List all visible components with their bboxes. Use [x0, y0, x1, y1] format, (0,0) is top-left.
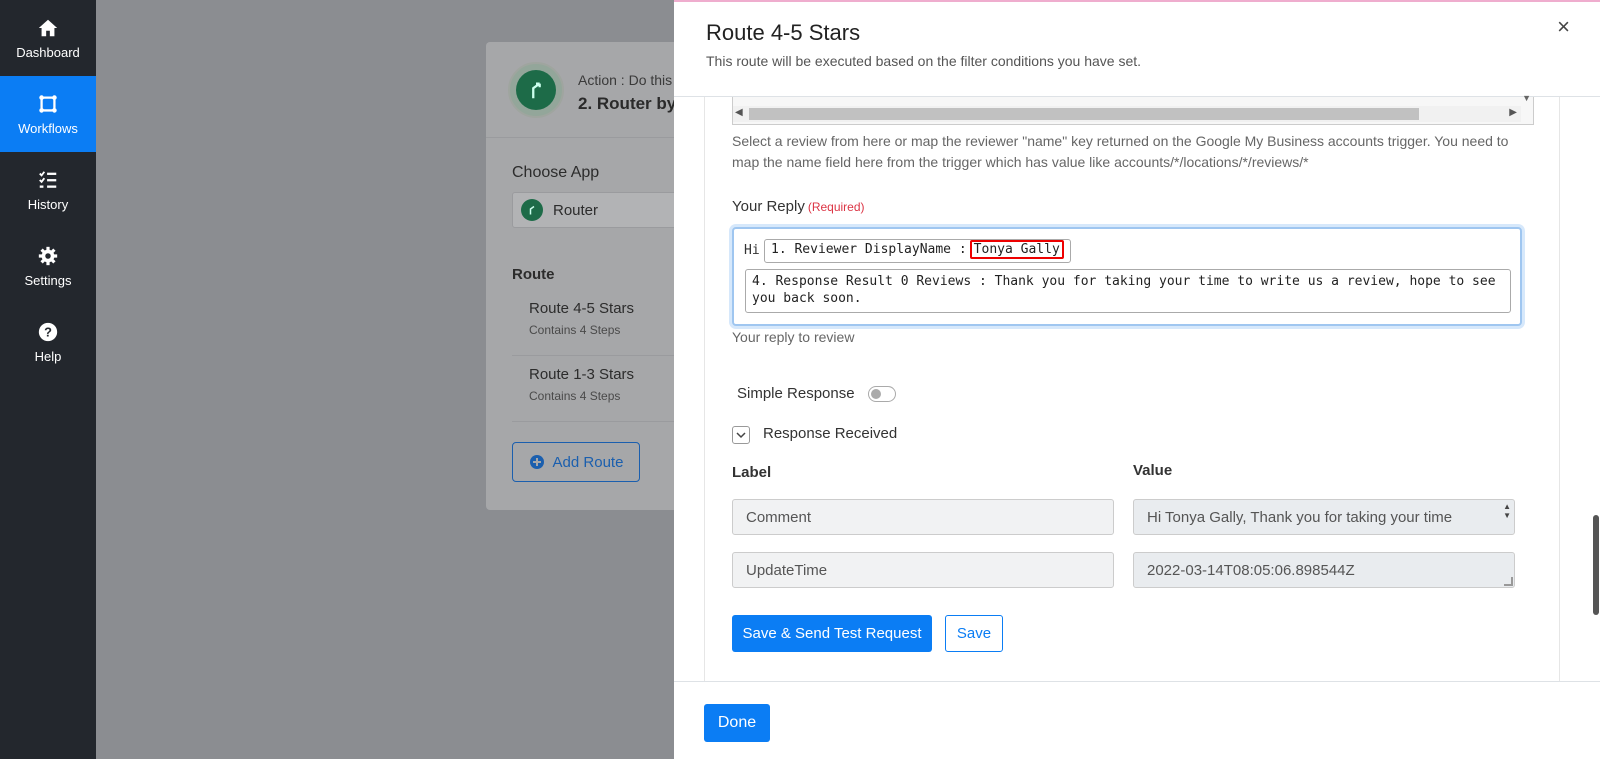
- action-label: Action : Do this ...: [578, 72, 688, 88]
- modal-footer: Done: [674, 681, 1600, 759]
- top-accent-line: [674, 0, 1600, 2]
- sidebar-item-label: Help: [34, 348, 62, 364]
- chip-value: Tonya Gally: [969, 240, 1064, 259]
- value-text: Hi Tonya Gally, Thank you for taking you…: [1147, 508, 1453, 526]
- sidebar-item-label: Dashboard: [16, 44, 80, 60]
- label-field[interactable]: Comment: [732, 499, 1114, 535]
- sidebar-item-history[interactable]: History: [0, 152, 96, 228]
- router-logo: [508, 62, 564, 118]
- scrollbar-thumb[interactable]: [1593, 515, 1599, 615]
- scrollbar-thumb[interactable]: [749, 108, 1419, 120]
- gear-icon: [38, 246, 58, 265]
- save-and-test-button[interactable]: Save & Send Test Request: [732, 615, 932, 652]
- add-route-button[interactable]: Add Route: [512, 442, 640, 482]
- reply-label-text: Your Reply: [732, 198, 805, 215]
- simple-response-toggle[interactable]: [868, 386, 896, 402]
- response-received-label: Response Received: [763, 425, 898, 442]
- scroll-down-arrow-icon[interactable]: ▼: [1522, 93, 1531, 103]
- modal-subtitle: This route will be executed based on the…: [706, 53, 1142, 69]
- sidebar: Dashboard Workflows History Settings ? H…: [0, 0, 96, 759]
- modal-title: Route 4-5 Stars: [706, 20, 861, 45]
- route-modal: Route 4-5 Stars This route will be execu…: [674, 0, 1600, 759]
- sidebar-item-label: History: [27, 196, 69, 212]
- reply-help-text: Your reply to review: [732, 329, 855, 345]
- router-icon: [532, 82, 541, 99]
- value-field[interactable]: Hi Tonya Gally, Thank you for taking you…: [1133, 499, 1515, 535]
- review-help-text: Select a review from here or map the rev…: [732, 133, 1509, 170]
- sidebar-item-workflows[interactable]: Workflows: [0, 76, 96, 152]
- modal-body: ▼ ◀ ▶ Select a review from here or map t…: [704, 93, 1560, 681]
- toggle-knob: [871, 389, 881, 399]
- value-text: 2022-03-14T08:05:06.898544Z: [1147, 561, 1355, 579]
- home-icon: [38, 19, 58, 36]
- chip-key: 1. Reviewer DisplayName :: [771, 242, 967, 257]
- simple-response-label: Simple Response: [737, 385, 855, 402]
- workflow-icon: [39, 94, 57, 113]
- textarea-spin-icon[interactable]: ▲ ▼: [1503, 502, 1511, 520]
- label-field[interactable]: UpdateTime: [732, 552, 1114, 588]
- sidebar-item-dashboard[interactable]: Dashboard: [0, 0, 96, 76]
- scroll-right-arrow-icon[interactable]: ▶: [1509, 107, 1517, 118]
- history-icon: [39, 170, 57, 188]
- sidebar-item-label: Workflows: [18, 120, 78, 136]
- value-column-header: Value: [1133, 462, 1173, 479]
- sidebar-item-help[interactable]: ? Help: [0, 304, 96, 380]
- review-select-box[interactable]: ▼ ◀ ▶: [732, 93, 1534, 125]
- choose-app-label: Choose App: [512, 164, 600, 181]
- vertical-scrollbar[interactable]: [1592, 97, 1600, 681]
- save-button[interactable]: Save: [945, 615, 1003, 652]
- scroll-left-arrow-icon[interactable]: ◀: [735, 107, 743, 118]
- add-route-label: Add Route: [552, 453, 624, 471]
- reply-input[interactable]: Hi 1. Reviewer DisplayName : Tonya Gally …: [732, 227, 1522, 326]
- reply-label: Your Reply (Required): [732, 198, 865, 215]
- modal-header: Route 4-5 Stars This route will be execu…: [674, 0, 1600, 97]
- required-badge: (Required): [807, 200, 865, 214]
- sidebar-item-settings[interactable]: Settings: [0, 228, 96, 304]
- mapped-field-chip[interactable]: 1. Reviewer DisplayName : Tonya Gally: [764, 239, 1071, 263]
- plus-circle-icon: [529, 455, 544, 469]
- response-collapse-toggle[interactable]: [732, 426, 750, 444]
- app-select-value: Router: [553, 201, 599, 219]
- mapped-field-chip[interactable]: 4. Response Result 0 Reviews : Thank you…: [745, 269, 1511, 313]
- router-icon: [521, 199, 543, 221]
- svg-text:?: ?: [44, 324, 52, 339]
- resize-handle-icon[interactable]: [1504, 577, 1513, 586]
- label-column-header: Label: [732, 464, 772, 481]
- route-section-label: Route: [512, 266, 555, 283]
- value-field[interactable]: 2022-03-14T08:05:06.898544Z: [1133, 552, 1515, 588]
- sidebar-item-label: Settings: [24, 272, 72, 288]
- close-icon[interactable]: ×: [1557, 14, 1570, 40]
- chevron-down-icon: [736, 432, 746, 439]
- help-icon: ?: [38, 322, 58, 341]
- reply-prefix: Hi: [744, 243, 760, 258]
- horizontal-scrollbar[interactable]: ◀ ▶: [733, 106, 1521, 122]
- done-button[interactable]: Done: [704, 704, 770, 742]
